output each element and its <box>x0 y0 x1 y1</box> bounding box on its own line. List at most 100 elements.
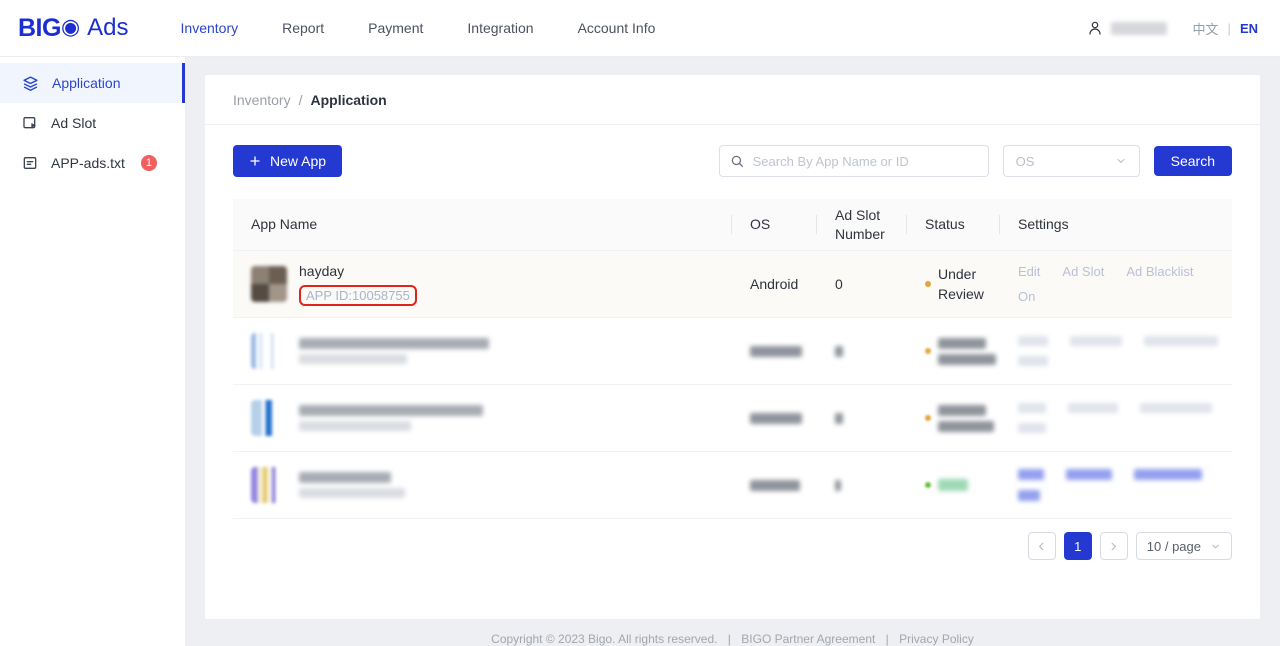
edit-link[interactable]: Edit <box>1018 264 1040 279</box>
search-box <box>719 145 989 177</box>
logo-text-big: BIG <box>18 14 61 43</box>
redacted-os <box>750 413 802 424</box>
lang-chinese[interactable]: 中文 <box>1193 19 1219 38</box>
main-content: Inventory / Application New App <box>185 57 1280 646</box>
redacted-link <box>1066 469 1112 480</box>
nav-payment[interactable]: Payment <box>368 20 423 36</box>
settings-cell: Edit Ad Slot Ad Blacklist On <box>1000 264 1232 304</box>
topbar-right: 中文 | EN <box>1087 19 1258 38</box>
logo-text-ads: Ads <box>87 14 128 42</box>
redacted-os <box>750 480 800 491</box>
nav-inventory[interactable]: Inventory <box>181 20 239 36</box>
new-app-label: New App <box>270 153 326 169</box>
os-select[interactable]: OS <box>1003 145 1140 177</box>
ad-slot-link[interactable]: Ad Slot <box>1062 264 1104 279</box>
redacted-status <box>938 338 986 349</box>
sidebar-item-application[interactable]: Application <box>0 63 185 103</box>
redacted-link <box>1144 336 1218 346</box>
sidebar-label: Application <box>52 75 121 91</box>
prev-page-button[interactable] <box>1028 532 1056 560</box>
table-header: App Name OS Ad Slot Number Status Settin… <box>233 199 1232 251</box>
sidebar: Application Ad Slot APP-ads.txt 1 <box>0 57 185 646</box>
header-settings: Settings <box>1000 199 1232 250</box>
redacted-app-id <box>299 354 407 364</box>
redacted-app-name <box>299 405 483 416</box>
document-list-icon <box>22 155 38 171</box>
ad-slot-number-value: 0 <box>835 276 843 292</box>
redacted-link <box>1018 423 1046 433</box>
status-dot-approved <box>925 482 931 488</box>
table-row-redacted <box>233 385 1232 452</box>
body: Application Ad Slot APP-ads.txt 1 Invent <box>0 57 1280 646</box>
redacted-link <box>1140 403 1212 413</box>
new-app-button[interactable]: New App <box>233 145 342 177</box>
page-size-select[interactable]: 10 / page <box>1136 532 1232 560</box>
notification-badge: 1 <box>141 155 157 171</box>
redacted-os <box>750 346 802 357</box>
os-value: Android <box>750 276 798 292</box>
nav-integration[interactable]: Integration <box>467 20 533 36</box>
status-dot-under-review <box>925 348 931 354</box>
sidebar-label: APP-ads.txt <box>51 155 125 171</box>
next-page-button[interactable] <box>1100 532 1128 560</box>
app-cell: hayday APP ID:10058755 <box>233 263 732 306</box>
sidebar-item-app-ads-txt[interactable]: APP-ads.txt 1 <box>0 143 185 183</box>
search-input[interactable] <box>751 153 978 170</box>
app-icon-redacted <box>251 467 287 503</box>
status-cell: Under Review <box>907 264 1000 304</box>
app-name: hayday <box>299 263 417 279</box>
header-os: OS <box>732 199 817 250</box>
ad-slot-icon <box>22 115 38 131</box>
username-redacted[interactable] <box>1111 22 1167 35</box>
chevron-down-icon <box>1115 155 1127 167</box>
search-button[interactable]: Search <box>1154 146 1232 176</box>
table-row-redacted <box>233 318 1232 385</box>
plus-icon <box>249 155 261 167</box>
redacted-slot-number <box>835 480 841 491</box>
status-dot-under-review <box>925 415 931 421</box>
redacted-slot-number <box>835 413 843 424</box>
redacted-link <box>1018 469 1044 480</box>
privacy-policy-link[interactable]: Privacy Policy <box>899 632 974 646</box>
top-navigation: Inventory Report Payment Integration Acc… <box>181 20 656 36</box>
partner-agreement-link[interactable]: BIGO Partner Agreement <box>741 632 875 646</box>
redacted-link <box>1018 356 1048 366</box>
applications-table: App Name OS Ad Slot Number Status Settin… <box>233 199 1232 519</box>
pagination: 1 10 / page <box>233 532 1232 560</box>
redacted-status <box>938 479 968 491</box>
table-row-redacted <box>233 452 1232 519</box>
app-id-highlighted: APP ID:10058755 <box>299 285 417 306</box>
lang-divider: | <box>1228 21 1231 36</box>
lang-english[interactable]: EN <box>1240 21 1258 36</box>
redacted-link <box>1018 336 1048 346</box>
nav-account-info[interactable]: Account Info <box>578 20 656 36</box>
search-icon <box>730 154 744 168</box>
user-icon <box>1087 20 1103 36</box>
redacted-link <box>1018 490 1040 501</box>
nav-report[interactable]: Report <box>282 20 324 36</box>
bigo-ads-logo[interactable]: BIG ◉ Ads <box>18 14 129 43</box>
page-number-current[interactable]: 1 <box>1064 532 1092 560</box>
table-row-hayday: hayday APP ID:10058755 Android 0 Under R… <box>233 251 1232 318</box>
language-switcher: 中文 | EN <box>1193 19 1258 38</box>
on-toggle-link[interactable]: On <box>1018 289 1035 304</box>
bigo-ads-dashboard: BIG ◉ Ads Inventory Report Payment Integ… <box>0 0 1280 646</box>
header-status: Status <box>907 199 1000 250</box>
page-footer: Copyright © 2023 Bigo. All rights reserv… <box>185 632 1280 646</box>
os-select-value: OS <box>1016 154 1035 169</box>
footer-divider: | <box>728 632 731 646</box>
redacted-link <box>1134 469 1202 480</box>
footer-divider: | <box>886 632 889 646</box>
status-text: Under Review <box>938 264 992 304</box>
redacted-link <box>1070 336 1122 346</box>
ad-blacklist-link[interactable]: Ad Blacklist <box>1126 264 1193 279</box>
redacted-app-name <box>299 338 489 349</box>
breadcrumb-inventory[interactable]: Inventory <box>233 92 291 108</box>
redacted-status <box>938 421 994 432</box>
sidebar-item-ad-slot[interactable]: Ad Slot <box>0 103 185 143</box>
redacted-link <box>1068 403 1118 413</box>
redacted-link <box>1018 403 1046 413</box>
top-bar: BIG ◉ Ads Inventory Report Payment Integ… <box>0 0 1280 57</box>
status-dot-under-review <box>925 281 931 287</box>
app-icon-hayday <box>251 266 287 302</box>
